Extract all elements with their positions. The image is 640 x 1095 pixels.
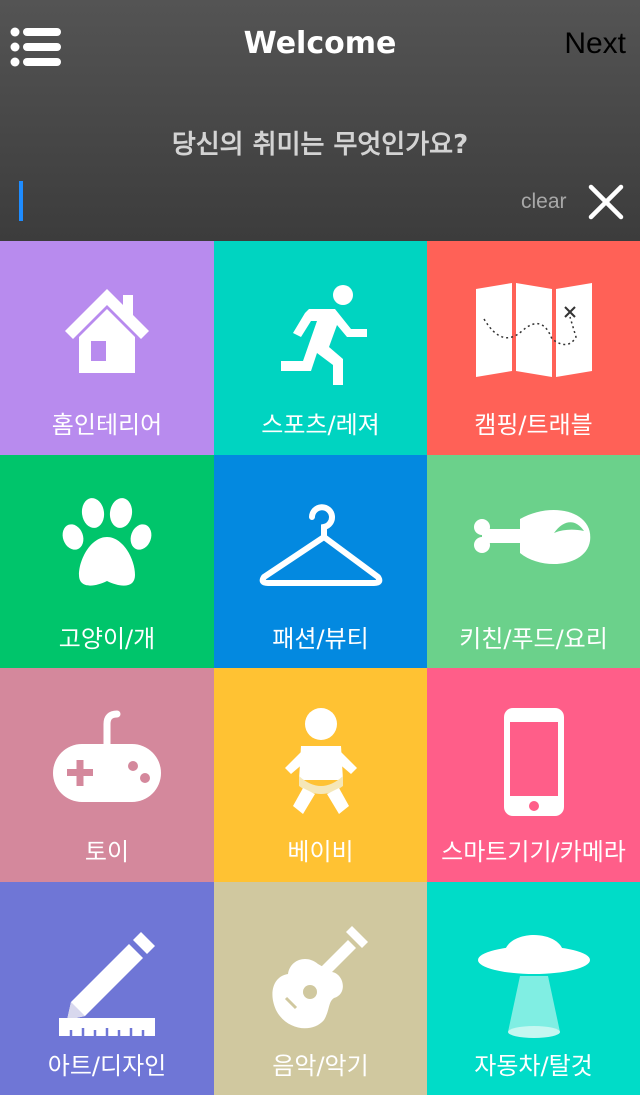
hanger-icon: [259, 503, 382, 586]
paw-icon: [62, 497, 152, 586]
category-tile-fashion-beauty[interactable]: 패션/뷰티: [214, 454, 427, 668]
category-label: 음악/악기: [272, 1051, 369, 1080]
category-label: 스포츠/레져: [261, 411, 380, 439]
category-tile-camping-travel[interactable]: 캠핑/트래블: [427, 241, 640, 455]
smartphone-icon: [503, 708, 564, 816]
page-title: Welcome: [243, 26, 397, 61]
clear-button[interactable]: clear: [521, 190, 567, 214]
running-man-icon: [280, 285, 367, 385]
category-label: 토이: [84, 838, 130, 866]
guitar-icon: [271, 925, 368, 1028]
question-text: 당신의 취미는 무엇인가요?: [171, 130, 469, 160]
header-bar: Welcome Next 당신의 취미는 무엇인가요? clear: [0, 0, 640, 241]
category-label: 스마트기기/카메라: [441, 838, 626, 866]
category-tile-smart-device-camera[interactable]: 스마트기기/카메라: [427, 668, 640, 882]
hobby-search-input[interactable]: [20, 180, 500, 222]
category-label: 캠핑/트래블: [474, 411, 593, 439]
category-label: 아트/디자인: [47, 1051, 167, 1080]
category-tile-art-design[interactable]: 아트/디자인: [0, 881, 214, 1095]
category-tile-home-interior[interactable]: 홈인테리어: [0, 241, 214, 455]
gamepad-icon: [53, 710, 161, 802]
category-tile-car-vehicle[interactable]: 자동차/탈것: [427, 881, 640, 1095]
category-label: 자동차/탈것: [474, 1051, 593, 1080]
category-label: 베이비: [287, 838, 354, 866]
text-caret: [19, 181, 23, 221]
menu-list-icon[interactable]: [10, 27, 62, 67]
category-grid: 홈인테리어 스포츠/레져 캠핑/트래블 고양이/개 패션/뷰티 키친/푸드/요리…: [0, 241, 640, 1095]
drumstick-icon: [473, 509, 590, 564]
next-button[interactable]: Next: [564, 27, 626, 61]
category-tile-baby[interactable]: 베이비: [214, 668, 427, 882]
category-label: 키친/푸드/요리: [459, 624, 608, 653]
house-icon: [65, 289, 149, 373]
pencil-ruler-icon: [59, 931, 155, 1036]
category-label: 패션/뷰티: [272, 624, 369, 653]
close-icon[interactable]: [588, 184, 624, 220]
category-tile-music-instrument[interactable]: 음악/악기: [214, 881, 427, 1095]
baby-icon: [284, 708, 357, 814]
category-tile-kitchen-food[interactable]: 키친/푸드/요리: [427, 454, 640, 668]
map-icon: [475, 283, 592, 377]
ufo-icon: [477, 934, 590, 1038]
category-label: 홈인테리어: [51, 411, 163, 439]
category-tile-toy[interactable]: 토이: [0, 668, 214, 882]
category-tile-cats-dogs[interactable]: 고양이/개: [0, 454, 214, 668]
category-tile-sports[interactable]: 스포츠/레져: [214, 241, 427, 455]
category-label: 고양이/개: [58, 624, 156, 653]
